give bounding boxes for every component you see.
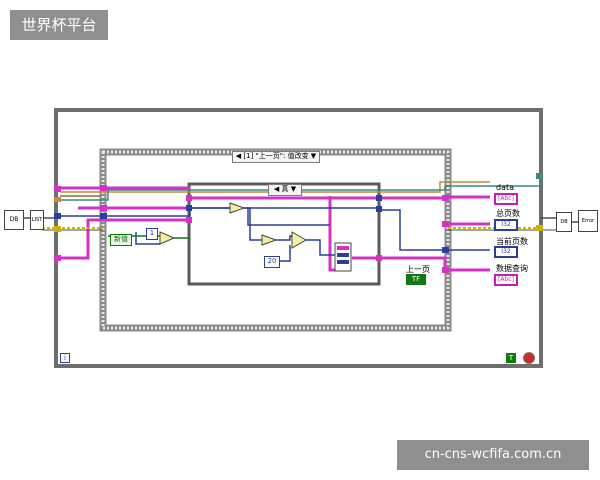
new-value-node[interactable]: 新值 xyxy=(110,234,132,246)
inner-case-selector[interactable]: ◀ 真 ▼ xyxy=(268,184,302,196)
query-indicator: [Abc] xyxy=(494,274,518,286)
query-label: 数据查询 xyxy=(496,264,528,273)
constant-one[interactable]: 1 xyxy=(146,228,158,240)
brand-badge: 世界杯平台 xyxy=(10,10,108,40)
info-icon: i xyxy=(60,353,70,363)
total-pages-label: 总页数 xyxy=(496,209,520,218)
database-close-node-icon[interactable]: DB xyxy=(556,212,572,232)
compare-node xyxy=(159,231,176,245)
decrement-node xyxy=(229,202,246,214)
constant-twenty[interactable]: 20 xyxy=(264,256,280,268)
data-label: data xyxy=(496,183,515,192)
total-pages-indicator: I32 xyxy=(494,219,518,231)
watermark: cn-cns-wcfifa.com.cn xyxy=(397,440,589,470)
database-node-icon[interactable]: DB xyxy=(4,210,24,230)
data-indicator: [Abc] xyxy=(494,193,518,205)
error-handler-node-icon[interactable]: Error xyxy=(578,210,598,232)
increment-node xyxy=(261,234,278,246)
loop-true-constant[interactable]: T xyxy=(506,353,516,363)
multiply-node xyxy=(291,231,308,249)
current-page-indicator: I32 xyxy=(494,246,518,258)
list-node-icon[interactable]: LIST xyxy=(30,210,44,230)
prev-page-button-terminal[interactable]: TF xyxy=(406,274,426,285)
stop-condition-icon[interactable] xyxy=(523,352,535,364)
outer-case-selector[interactable]: ◀ [1] "上一页": 值改变 ▼ xyxy=(232,151,320,163)
